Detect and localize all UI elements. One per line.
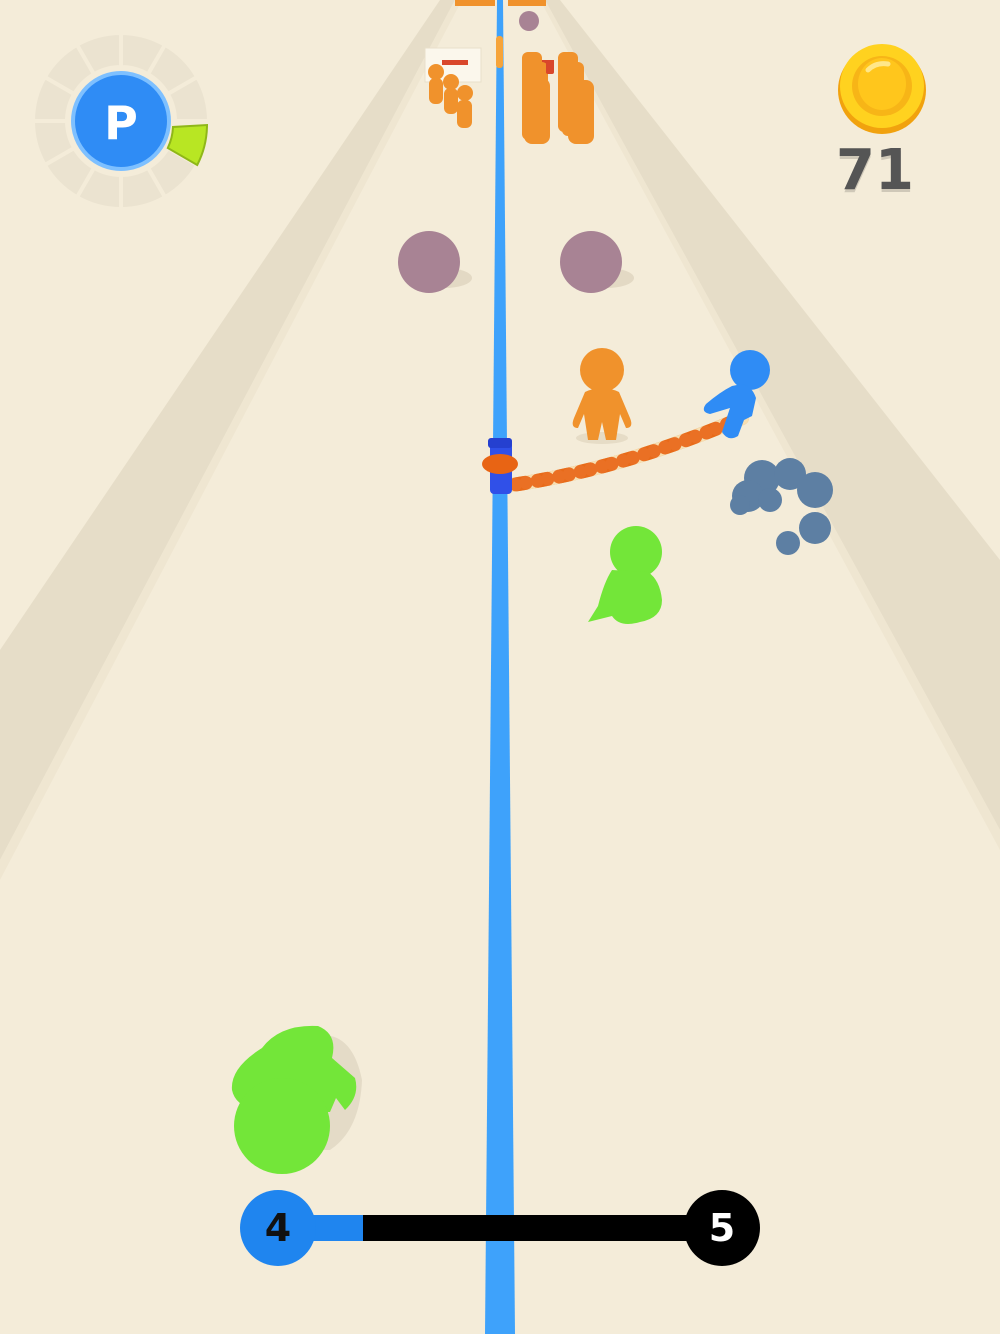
power-badge-letter[interactable]: P [82, 84, 160, 162]
coin-count: 71 [836, 138, 914, 203]
coin-icon [838, 44, 926, 134]
current-level-label: 4 [264, 1206, 292, 1250]
next-level-label: 5 [708, 1206, 736, 1250]
